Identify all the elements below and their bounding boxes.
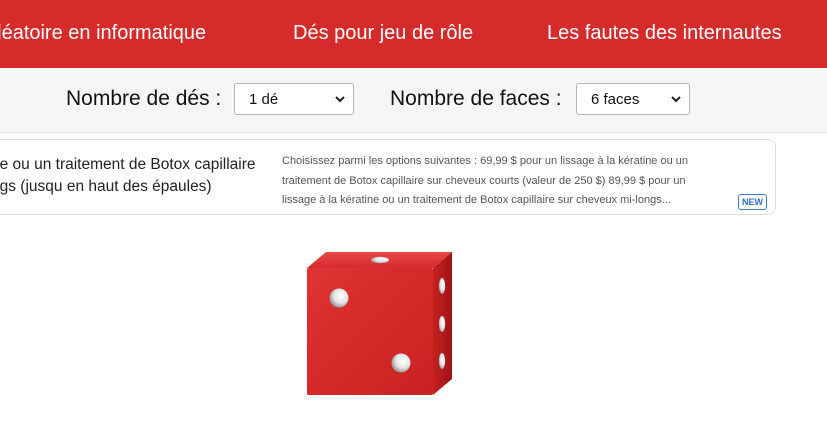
die-front-pip [391, 353, 411, 373]
ad-title-line: ngs (jusqu en haut des épaules) [0, 178, 212, 195]
dice-count-value: 1 dé [249, 91, 279, 108]
die-front-pip [329, 288, 349, 308]
faces-count-value: 6 faces [591, 91, 640, 108]
ad-description-line: traitement de Botox capillaire sur cheve… [282, 174, 686, 187]
top-navigation: aléatoire en informatique Dés pour jeu d… [0, 0, 827, 68]
die-side-pip [438, 316, 446, 332]
die-side-pip [438, 278, 446, 294]
ad-title[interactable]: ne ou un traitement de Botox capillaire … [0, 154, 276, 198]
dice-count-label: Nombre de dés : [66, 87, 222, 110]
die[interactable] [300, 248, 465, 400]
dice-controls-bar: Nombre de dés : 1 dé Nombre de faces : 6… [0, 68, 827, 133]
die-front-face [307, 268, 433, 395]
die-top-pip [371, 256, 389, 264]
advertisement-card[interactable]: ne ou un traitement de Botox capillaire … [0, 139, 776, 215]
ad-description-line: Choisissez parmi les options suivantes :… [282, 155, 689, 167]
faces-count-select[interactable]: 6 faces [576, 83, 690, 115]
new-badge: NEW [738, 194, 767, 210]
faces-count-label: Nombre de faces : [390, 87, 562, 110]
nav-link-random-computing[interactable]: aléatoire en informatique [0, 22, 206, 45]
die-side-pip [438, 353, 446, 369]
dice-count-select[interactable]: 1 dé [234, 83, 354, 115]
ad-description-line: lissage à la kératine ou un traitement d… [282, 194, 671, 206]
nav-link-internet-mistakes[interactable]: Les fautes des internautes [547, 22, 782, 45]
ad-description: Choisissez parmi les options suivantes :… [282, 152, 722, 211]
chevron-down-icon [335, 96, 345, 103]
die-icon [307, 252, 452, 395]
nav-link-rpg-dice[interactable]: Dés pour jeu de rôle [293, 22, 473, 45]
chevron-down-icon [671, 96, 681, 103]
ad-title-line: ne ou un traitement de Botox capillaire [0, 156, 256, 173]
